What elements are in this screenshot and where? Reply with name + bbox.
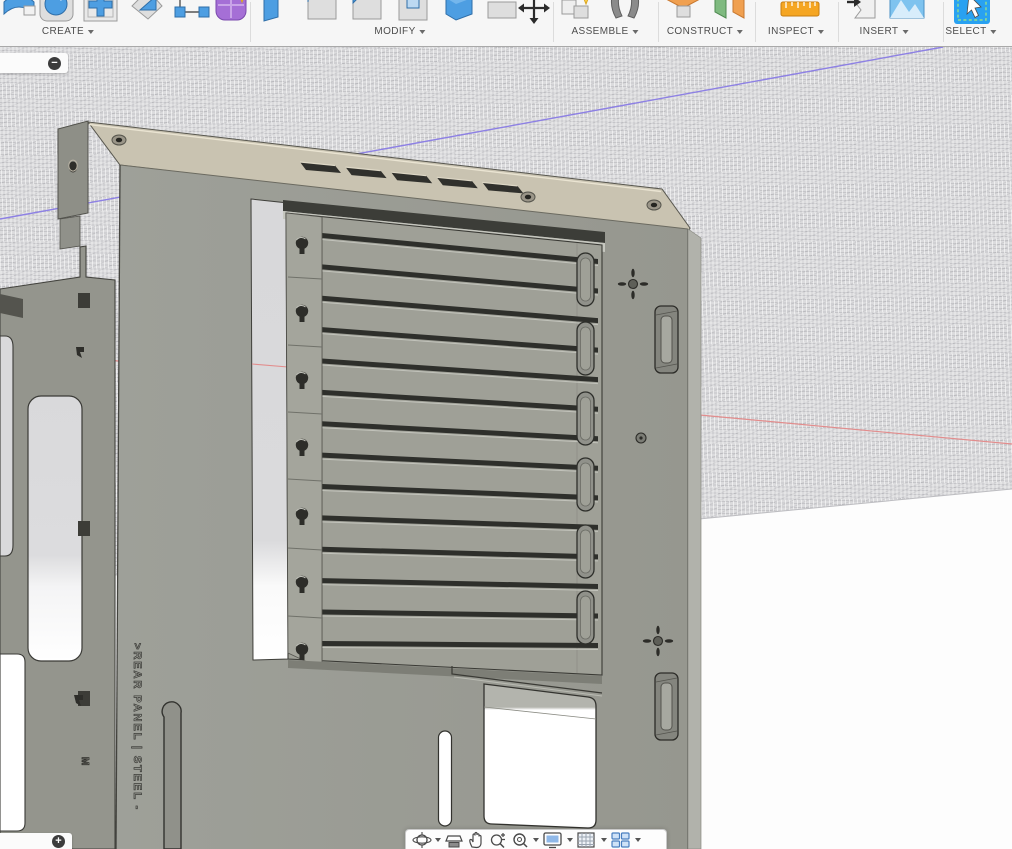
toolbar-separator (755, 2, 756, 42)
tab-hole-stem (300, 449, 305, 456)
grid-menu-caret[interactable] (600, 838, 608, 842)
component-mark: M (79, 757, 90, 766)
construct-plane-icon[interactable] (664, 0, 704, 22)
bridge-lance-cutout (655, 306, 678, 373)
toolbar-separator (943, 2, 944, 42)
sweep-icon[interactable] (2, 0, 36, 22)
display-settings-button[interactable] (542, 830, 564, 849)
select-icon[interactable] (952, 0, 992, 24)
create-form-icon[interactable] (212, 0, 252, 22)
pull-tab-inner (581, 397, 591, 440)
viewports-menu-caret[interactable] (634, 838, 642, 842)
pci-slot-covers[interactable] (286, 213, 602, 675)
3d-model[interactable]: M (0, 47, 1012, 849)
toolbar-group-select[interactable]: SELECT (945, 26, 996, 37)
toolbar-group-create[interactable]: CREATE (42, 26, 94, 37)
toolbar-separator (838, 2, 839, 42)
chevron-down-icon (633, 30, 639, 34)
midplane-icon[interactable] (710, 0, 750, 22)
tab-hole-stem (300, 315, 305, 322)
canvas-image-icon[interactable] (888, 0, 928, 22)
hole-icon[interactable] (82, 0, 120, 22)
collapse-icon[interactable]: − (48, 57, 61, 70)
press-pull-icon[interactable] (258, 0, 296, 22)
viewports-button[interactable] (610, 830, 632, 849)
pull-tab-inner (581, 530, 591, 573)
form-icon[interactable] (128, 0, 166, 22)
keyhole-slot (162, 702, 181, 849)
timeline-panel-toggle[interactable]: + (0, 833, 72, 849)
left-component-cutout (28, 396, 82, 661)
pull-tab-inner (581, 596, 591, 639)
chevron-down-icon (818, 30, 824, 34)
panel-side-face (688, 229, 701, 849)
zoom-button[interactable] (488, 830, 508, 849)
toolbar-group-modify[interactable]: MODIFY (374, 26, 425, 37)
louver-side-opening (251, 199, 288, 660)
flange-screw-hole-center (525, 195, 531, 200)
pull-tab-inner (581, 327, 591, 370)
tab-hole-stem (300, 586, 305, 593)
toolbar-separator (553, 2, 554, 42)
flange-screw-hole-center (116, 138, 122, 143)
fit-menu-caret[interactable] (532, 838, 540, 842)
toolbar-group-assemble[interactable]: ASSEMBLE (571, 26, 638, 37)
pull-tab-inner (581, 463, 591, 506)
pull-tab-inner (581, 258, 591, 301)
measure-icon[interactable] (779, 0, 821, 24)
revolve-icon[interactable] (38, 0, 76, 22)
grid-settings-button[interactable] (576, 830, 598, 849)
main-toolbar: CREATE MODIFY ASSEMBLE CONSTRUCT INSPECT… (0, 0, 1012, 46)
panel-engraving: >REAR PANEL | STEEL - (131, 643, 143, 811)
dimension-icon[interactable] (172, 0, 212, 22)
toolbar-group-construct[interactable]: CONSTRUCT (667, 26, 743, 37)
psu-opening (484, 684, 596, 828)
tab-hole-stem (300, 247, 305, 254)
orbit-menu-caret[interactable] (434, 838, 442, 842)
toolbar-group-inspect[interactable]: INSPECT (768, 26, 824, 37)
toolbar-separator (658, 2, 659, 42)
look-at-button[interactable] (444, 830, 464, 849)
orbit-button[interactable] (412, 830, 432, 849)
bridge-lance-cutout (655, 673, 678, 740)
chevron-down-icon (991, 30, 997, 34)
rear-panel-body[interactable]: >REAR PANEL | STEEL - (58, 121, 701, 849)
insert-derive-icon[interactable] (845, 0, 883, 22)
tab-hole-stem (300, 382, 305, 389)
vent-slot (439, 731, 452, 826)
toolbar-group-insert[interactable]: INSERT (860, 26, 909, 37)
pan-button[interactable] (466, 830, 486, 849)
view-navigation-bar (405, 829, 667, 849)
chamfer-icon[interactable] (348, 0, 386, 22)
new-component-icon[interactable] (558, 0, 598, 22)
fillet-icon[interactable] (303, 0, 341, 22)
tab-hole-stem (300, 653, 305, 660)
joint-icon[interactable] (606, 0, 646, 22)
fit-button[interactable] (510, 830, 530, 849)
chevron-down-icon (420, 30, 426, 34)
chevron-down-icon (902, 30, 908, 34)
display-menu-caret[interactable] (566, 838, 574, 842)
browser-panel-toggle[interactable]: − (0, 53, 68, 73)
3d-viewport[interactable]: M (0, 46, 1012, 849)
left-component-body[interactable]: M (0, 246, 115, 849)
combine-icon[interactable] (440, 0, 478, 22)
chevron-down-icon (737, 30, 743, 34)
move-copy-icon[interactable] (515, 0, 553, 26)
expand-icon[interactable]: + (52, 835, 65, 848)
toolbar-separator (250, 2, 251, 42)
tab-hole-stem (300, 518, 305, 525)
flange-screw-hole-center (651, 203, 657, 208)
shell-icon[interactable] (394, 0, 432, 22)
chevron-down-icon (88, 30, 94, 34)
